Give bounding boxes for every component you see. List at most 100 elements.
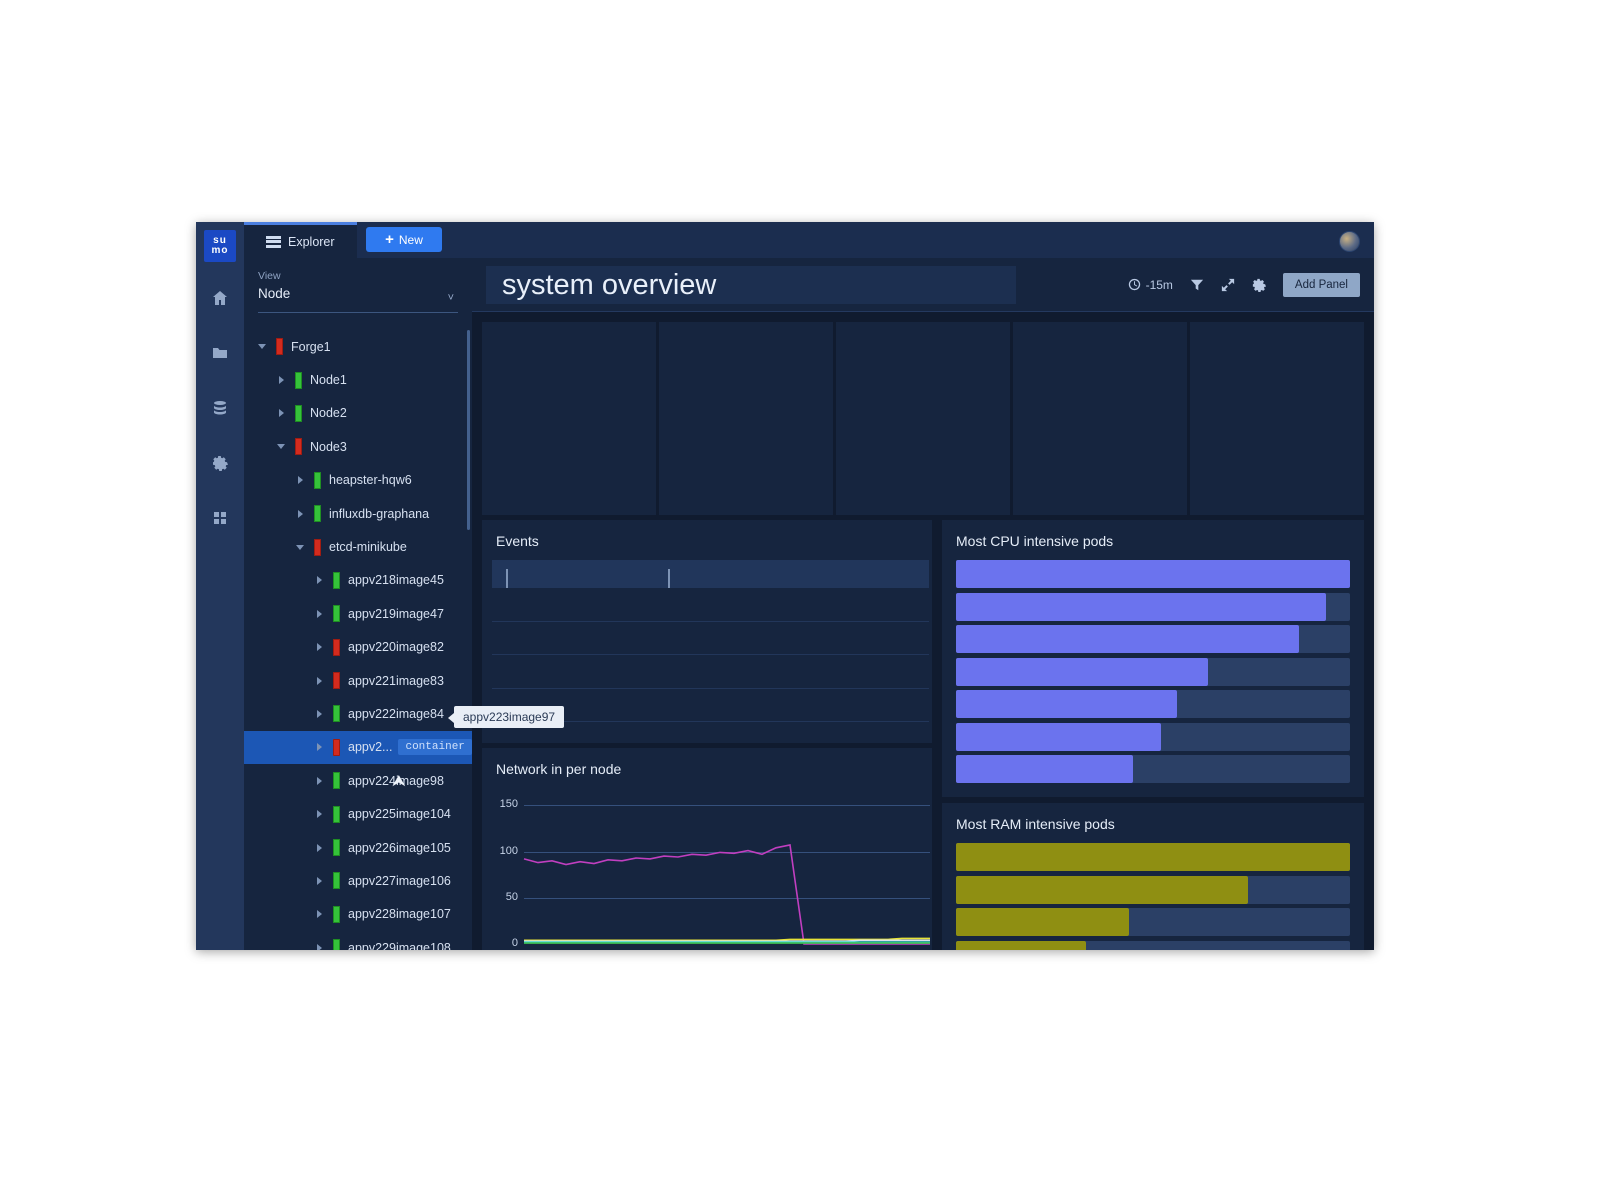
chevron-down-icon: ˅ [447, 292, 454, 304]
database-icon[interactable] [196, 394, 244, 422]
pod-bar-row[interactable] [956, 722, 1350, 753]
tree-row[interactable]: Node2 [244, 397, 472, 430]
chevron-right-icon[interactable] [311, 606, 327, 622]
tree-row[interactable]: Forge1 [244, 330, 472, 363]
chevron-down-icon[interactable] [273, 439, 289, 455]
gear-icon[interactable] [196, 449, 244, 477]
stat-card[interactable] [836, 322, 1010, 515]
expand-icon[interactable] [1221, 278, 1235, 292]
gear-icon[interactable] [1252, 278, 1266, 292]
chevron-right-icon[interactable] [292, 506, 308, 522]
sumo-logo[interactable]: su mo [204, 230, 236, 262]
pod-bar-row[interactable] [956, 592, 1350, 623]
pod-bar-row[interactable] [956, 940, 1350, 950]
stat-card[interactable] [1013, 322, 1187, 515]
pod-bar-row[interactable] [956, 875, 1350, 906]
chevron-down-icon[interactable] [292, 539, 308, 555]
tree-row[interactable]: Node1 [244, 363, 472, 396]
pod-bar-row[interactable] [956, 755, 1350, 785]
tree-scrollbar[interactable] [467, 330, 470, 530]
tree-row[interactable]: appv227image106 [244, 864, 472, 897]
grid-icon[interactable] [196, 504, 244, 532]
pod-bar-row[interactable] [956, 843, 1350, 873]
tree-row[interactable]: heapster-hqw6 [244, 464, 472, 497]
tree-row[interactable]: appv226image105 [244, 831, 472, 864]
chevron-right-icon[interactable] [311, 940, 327, 950]
tree-row-label: appv225image104 [348, 807, 451, 822]
chevron-right-icon[interactable] [311, 840, 327, 856]
tree-row[interactable]: etcd-minikube [244, 530, 472, 563]
chevron-right-icon[interactable] [273, 372, 289, 388]
status-indicator-red [314, 538, 321, 556]
chevron-down-icon[interactable] [254, 339, 270, 355]
tree-row[interactable]: appv229image108 [244, 931, 472, 950]
view-selector[interactable]: View Node ˅ [258, 270, 458, 313]
tree-row[interactable]: appv225image104 [244, 797, 472, 830]
stat-card[interactable] [659, 322, 833, 515]
network-chart-svg [523, 844, 930, 945]
tree-row[interactable]: influxdb-graphana [244, 497, 472, 530]
chevron-right-icon[interactable] [311, 572, 327, 588]
tree-row-label: influxdb-graphana [329, 506, 430, 521]
tab-explorer[interactable]: Explorer [244, 222, 357, 258]
tree-row[interactable]: appv228image107 [244, 898, 472, 931]
chevron-right-icon[interactable] [311, 673, 327, 689]
folder-icon[interactable] [196, 339, 244, 367]
mouse-cursor-icon: ⮝ [392, 773, 406, 790]
stat-card[interactable] [482, 322, 656, 515]
chevron-right-icon[interactable] [311, 739, 327, 755]
tree-row-label: appv220image82 [348, 640, 444, 655]
stat-card-row [482, 322, 1364, 515]
tree-row[interactable]: appv224image98 [244, 764, 472, 797]
table-row[interactable] [492, 622, 929, 655]
table-row[interactable] [492, 655, 929, 689]
pod-bar-label [964, 658, 969, 686]
chevron-right-icon[interactable] [311, 806, 327, 822]
tree-row-label: Node2 [310, 406, 347, 421]
status-indicator-green [295, 404, 302, 422]
tree-row[interactable]: Node3 [244, 430, 472, 463]
pod-bar-row[interactable] [956, 657, 1350, 688]
tree-row[interactable]: appv218image45 [244, 564, 472, 597]
page-title[interactable]: system overview [486, 266, 1016, 304]
pod-bar-row[interactable] [956, 908, 1350, 938]
tree-row[interactable]: appv219image47 [244, 597, 472, 630]
chevron-right-icon[interactable] [311, 873, 327, 889]
chart-series-node-white [524, 939, 930, 942]
chevron-right-icon[interactable] [273, 405, 289, 421]
pod-bar-label [964, 560, 969, 588]
tree-row[interactable]: appv222image84 [244, 697, 472, 730]
new-button[interactable]: + New [366, 227, 442, 252]
status-indicator-green [333, 905, 340, 923]
chevron-right-icon[interactable] [292, 472, 308, 488]
pod-bar-row[interactable] [956, 625, 1350, 655]
pod-bar-row[interactable] [956, 560, 1350, 590]
status-indicator-green [314, 471, 321, 489]
network-line-chart[interactable]: 50 100 150 0 [482, 788, 932, 950]
chevron-right-icon[interactable] [311, 773, 327, 789]
tree-row-label: heapster-hqw6 [329, 473, 412, 488]
tree-row[interactable]: appv221image83 [244, 664, 472, 697]
events-table-header [492, 560, 929, 588]
filter-icon[interactable] [1190, 278, 1204, 292]
view-selector-caption: View [258, 270, 281, 282]
events-table-body [492, 588, 929, 756]
stat-card[interactable] [1190, 322, 1364, 515]
add-panel-button[interactable]: Add Panel [1282, 272, 1360, 297]
chevron-right-icon[interactable] [311, 639, 327, 655]
pod-bar-fill [956, 722, 1161, 751]
pod-bar-row[interactable] [956, 690, 1350, 720]
tree-row[interactable]: appv2... container [244, 730, 472, 765]
chevron-right-icon[interactable] [311, 706, 327, 722]
pod-bar-label [964, 908, 969, 936]
status-indicator-red [333, 738, 340, 756]
time-range-button[interactable]: -15m [1128, 278, 1173, 292]
avatar[interactable] [1339, 231, 1360, 252]
node-tooltip: appv223image97 [447, 706, 565, 728]
node-tree[interactable]: Forge1 Node1 Node2 Node3 heapster-hqw6 influx… [244, 330, 472, 950]
home-icon[interactable] [196, 284, 244, 312]
tree-row[interactable]: appv220image82 [244, 631, 472, 664]
table-row[interactable] [492, 588, 929, 622]
explorer-sidebar: View Node ˅ Forge1 Node1 Node2 Node3 heapste… [244, 258, 472, 950]
chevron-right-icon[interactable] [311, 906, 327, 922]
